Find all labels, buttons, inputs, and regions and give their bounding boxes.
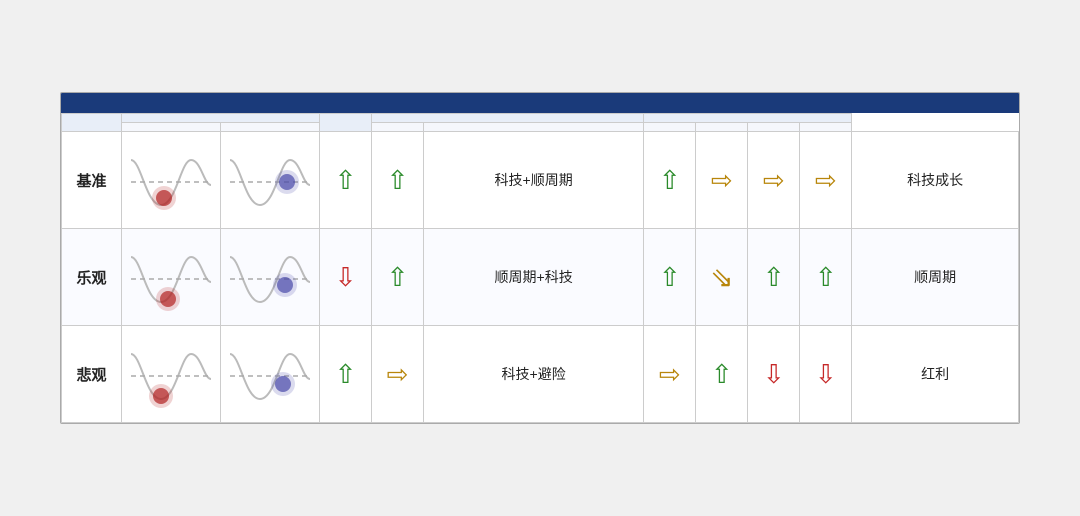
lilv-arrow: ⇧ bbox=[644, 132, 696, 229]
meigupiao-text: 科技+顺周期 bbox=[424, 132, 644, 229]
table-row: 悲观 ⇧ ⇨ 科技+避险 ⇨ ⇧ ⇩ ⇩ 红利 bbox=[62, 326, 1019, 423]
lilv-arrow: ⇧ bbox=[644, 229, 696, 326]
zhongguo-text: 红利 bbox=[852, 326, 1019, 423]
huangjin-arrow: ⇧ bbox=[696, 326, 748, 423]
dazong-arrow: ⇨ bbox=[748, 132, 800, 229]
situation-label: 悲观 bbox=[62, 326, 122, 423]
zhongguo-arrow: ⇧ bbox=[800, 229, 852, 326]
zhongguo-text: 顺周期 bbox=[852, 229, 1019, 326]
china-wave bbox=[122, 326, 221, 423]
situation-label: 乐观 bbox=[62, 229, 122, 326]
header-xinyong bbox=[122, 114, 320, 123]
dazong-arrow: ⇩ bbox=[748, 326, 800, 423]
header-lilv bbox=[644, 123, 696, 132]
lilv-arrow: ⇨ bbox=[644, 326, 696, 423]
zhongguo-arrow: ⇩ bbox=[800, 326, 852, 423]
meiyuan-arrow: ⇩ bbox=[320, 229, 372, 326]
china-wave bbox=[122, 132, 221, 229]
meigupiao-arrow: ⇨ bbox=[372, 326, 424, 423]
header-meigupiao bbox=[372, 114, 644, 123]
china-wave bbox=[122, 229, 221, 326]
table-title bbox=[61, 93, 1019, 113]
meigupiao-arrow: ⇧ bbox=[372, 229, 424, 326]
header-meiguo bbox=[221, 123, 320, 132]
header-zhongguo-gupiao bbox=[800, 123, 852, 132]
main-container: 基准 ⇧ ⇧ 科技+顺周期 ⇧ ⇨ ⇨ ⇨ 科技成长 乐观 ⇩ ⇧ 顺周期 bbox=[60, 92, 1020, 424]
situation-label: 基准 bbox=[62, 132, 122, 229]
header-meiyuan bbox=[320, 114, 372, 132]
main-table: 基准 ⇧ ⇧ 科技+顺周期 ⇧ ⇨ ⇨ ⇨ 科技成长 乐观 ⇩ ⇧ 顺周期 bbox=[61, 113, 1019, 423]
us-wave bbox=[221, 132, 320, 229]
header-huangjin bbox=[696, 123, 748, 132]
huangjin-arrow: ⇨ bbox=[696, 132, 748, 229]
table-row: 乐观 ⇩ ⇧ 顺周期+科技 ⇧ ⇘ ⇧ ⇧ 顺周期 bbox=[62, 229, 1019, 326]
zhongguo-text: 科技成长 bbox=[852, 132, 1019, 229]
meigupiao-text: 顺周期+科技 bbox=[424, 229, 644, 326]
meigupiao-text: 科技+避险 bbox=[424, 326, 644, 423]
meiyuan-arrow: ⇧ bbox=[320, 132, 372, 229]
meiyuan-arrow: ⇧ bbox=[320, 326, 372, 423]
header-zhongguo bbox=[122, 123, 221, 132]
us-wave bbox=[221, 229, 320, 326]
header-zichan bbox=[644, 114, 852, 123]
header-situation bbox=[62, 114, 122, 132]
table-row: 基准 ⇧ ⇧ 科技+顺周期 ⇧ ⇨ ⇨ ⇨ 科技成长 bbox=[62, 132, 1019, 229]
us-wave bbox=[221, 326, 320, 423]
dazong-arrow: ⇧ bbox=[748, 229, 800, 326]
header-dazong bbox=[748, 123, 800, 132]
huangjin-arrow: ⇘ bbox=[696, 229, 748, 326]
meigupiao-arrow: ⇧ bbox=[372, 132, 424, 229]
header-meigupiao-label bbox=[424, 123, 644, 132]
zhongguo-arrow: ⇨ bbox=[800, 132, 852, 229]
header-meigupiao-icon bbox=[372, 123, 424, 132]
